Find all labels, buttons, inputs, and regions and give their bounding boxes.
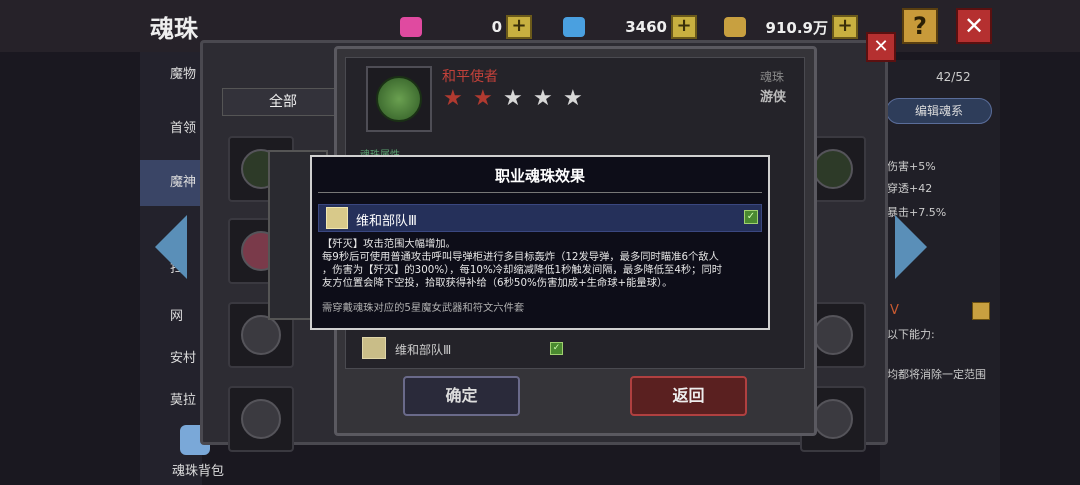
item-name: 和平使者	[442, 69, 498, 85]
add-gold-button[interactable]: +	[832, 15, 858, 39]
prev-page-arrow[interactable]	[155, 215, 187, 279]
soul-icon	[813, 149, 853, 189]
gold-icon	[724, 17, 746, 37]
stat-line: 穿透+42	[887, 182, 933, 195]
effect-line: 【歼灭】攻击范围大幅增加。	[322, 238, 456, 250]
set-name: 维和部队Ⅲ	[356, 214, 417, 229]
ability-title: V	[890, 303, 899, 318]
item-category: 魂珠	[760, 70, 785, 84]
currency-pink-gem: 0 +	[400, 14, 532, 40]
effect-line: 每9秒后可使用普通攻击呼叫导弹柜进行多目标轰炸（12发导弹，最多同时瞄准6个敌人	[322, 251, 719, 263]
back-button[interactable]: 返回	[630, 376, 747, 416]
star-icon: ★	[533, 86, 553, 111]
currency-blue-gem: 3460 +	[563, 14, 697, 40]
set-avatar-icon	[326, 207, 348, 229]
star-icon: ★	[443, 86, 463, 111]
soul-icon	[813, 315, 853, 355]
star-icon: ★	[503, 86, 523, 111]
gold-value: 910.9万	[765, 18, 828, 37]
divider	[318, 192, 762, 193]
soul-orb-icon	[376, 76, 422, 122]
help-button[interactable]: ?	[902, 8, 938, 44]
nav-item-demon-god[interactable]: 魔神	[140, 160, 202, 206]
close-detail-button[interactable]: ✕	[866, 32, 896, 62]
bag-label[interactable]: 魂珠背包	[172, 460, 224, 479]
ability-desc: 均都将消除一定范围	[887, 368, 986, 381]
currency-gold: 910.9万 +	[724, 14, 858, 40]
edit-soul-button[interactable]: 编辑魂系	[886, 98, 992, 124]
pink-gem-value: 0	[491, 18, 502, 36]
lock-icon	[972, 302, 990, 320]
nav-item-abyss[interactable]: 网	[140, 294, 202, 340]
star-icon: ★	[563, 86, 583, 111]
collection-count: 42/52	[936, 70, 971, 84]
requirement-note: 需穿戴魂珠对应的5星魔女武器和符文六件套	[322, 302, 525, 314]
close-screen-button[interactable]: ✕	[956, 8, 992, 44]
set-avatar-icon	[362, 337, 386, 359]
soul-icon	[241, 315, 281, 355]
check-icon: ✓	[744, 210, 758, 224]
blue-gem-value: 3460	[625, 18, 667, 36]
nav-item-anton[interactable]: 安村	[140, 336, 202, 382]
effect-line: ，伤害为【歼灭】的300%），每10%冷却缩减降低1秒触发间隔，最多降低至4秒；…	[322, 264, 723, 276]
next-page-arrow[interactable]	[895, 215, 927, 279]
confirm-button[interactable]: 确定	[403, 376, 520, 416]
star-icon: ★	[473, 86, 493, 111]
blue-gem-icon	[563, 17, 585, 37]
set-row-name: 维和部队Ⅲ	[395, 343, 452, 357]
nav-item-mora[interactable]: 莫拉	[140, 378, 202, 424]
nav-item-monster[interactable]: 魔物	[140, 52, 202, 98]
soul-icon	[241, 399, 281, 439]
filter-dropdown[interactable]: 全部	[222, 88, 338, 116]
add-blue-gem-button[interactable]: +	[671, 15, 697, 39]
add-pink-gem-button[interactable]: +	[506, 15, 532, 39]
pink-gem-icon	[400, 17, 422, 37]
stat-line: 伤害+5%	[887, 160, 936, 173]
ability-text: 以下能力:	[887, 328, 935, 341]
dialog-title: 职业魂珠效果	[494, 167, 585, 185]
check-icon: ✓	[550, 342, 563, 355]
nav-item-boss[interactable]: 首领	[140, 106, 202, 152]
effect-line: 友方位置会降下空投，拾取获得补给（6秒50%伤害加成+生命球+能量球）。	[322, 277, 673, 289]
screen-title: 魂珠	[150, 15, 198, 43]
soul-slot[interactable]	[228, 386, 294, 452]
soul-icon	[813, 399, 853, 439]
item-class: 游侠	[760, 90, 787, 105]
